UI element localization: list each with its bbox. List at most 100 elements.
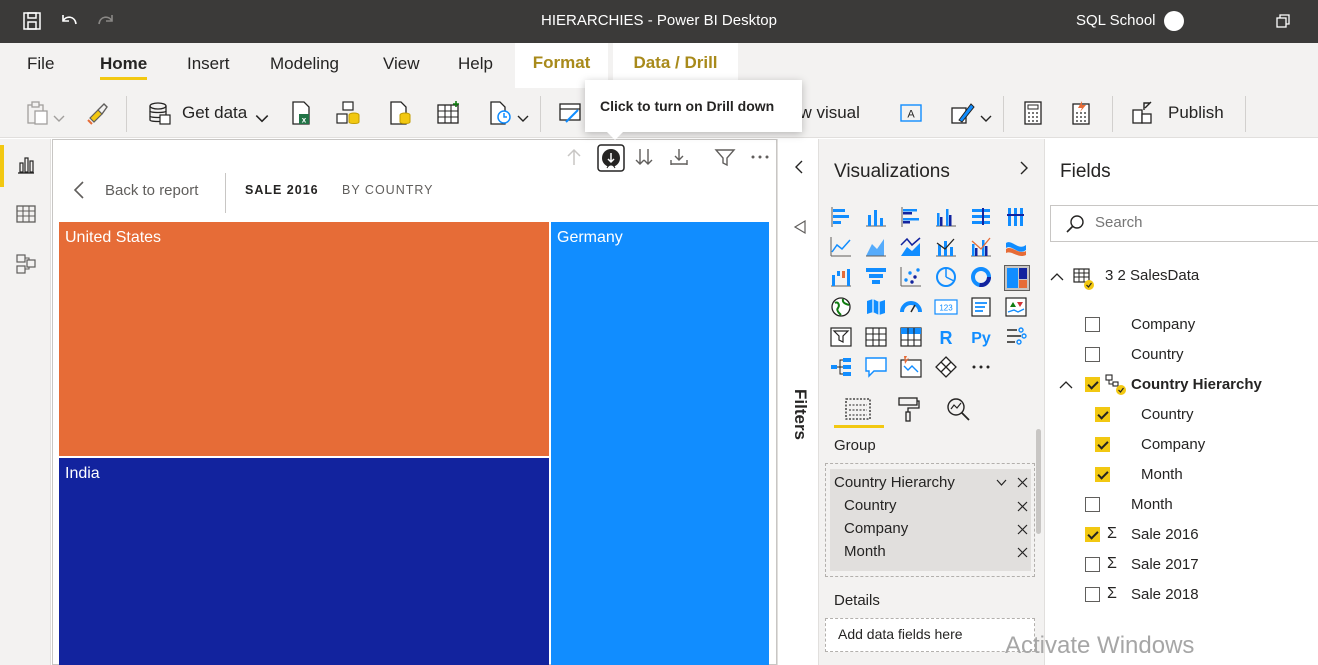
format-painter-icon[interactable] bbox=[84, 100, 110, 126]
new-measure-icon[interactable] bbox=[1020, 100, 1046, 126]
field-checkbox[interactable] bbox=[1085, 557, 1100, 572]
python-visual-icon[interactable]: Py bbox=[969, 325, 993, 349]
more-visuals-icon[interactable] bbox=[949, 100, 975, 126]
back-arrow-icon[interactable] bbox=[70, 179, 90, 201]
tab-view[interactable]: View bbox=[383, 53, 420, 88]
field-row[interactable]: Country Hierarchy bbox=[1045, 374, 1318, 400]
slicer-icon[interactable] bbox=[829, 325, 853, 349]
transform-data-icon[interactable] bbox=[558, 100, 584, 126]
database-icon[interactable] bbox=[146, 100, 172, 126]
field-checkbox[interactable] bbox=[1085, 317, 1100, 332]
excel-icon[interactable]: x bbox=[288, 100, 314, 126]
stacked-area-icon[interactable] bbox=[899, 235, 923, 259]
report-view-icon[interactable] bbox=[15, 154, 37, 176]
field-checkbox[interactable] bbox=[1085, 377, 1100, 392]
data-view-icon[interactable] bbox=[15, 203, 37, 225]
field-row[interactable]: Company bbox=[1045, 314, 1318, 340]
filter-icon[interactable] bbox=[714, 146, 736, 168]
filled-map-icon[interactable] bbox=[864, 295, 888, 319]
tab-file[interactable]: File bbox=[27, 53, 54, 88]
chevron-down-icon[interactable] bbox=[52, 106, 66, 132]
fields-search[interactable] bbox=[1050, 205, 1318, 242]
gauge-icon[interactable] bbox=[899, 295, 923, 319]
paste-icon[interactable] bbox=[24, 100, 50, 126]
remove-icon[interactable] bbox=[1017, 524, 1028, 535]
filters-pane[interactable]: Filters bbox=[777, 139, 819, 665]
remove-icon[interactable] bbox=[1017, 547, 1028, 558]
more-visuals-ellipsis-icon[interactable] bbox=[969, 355, 993, 379]
kpi-icon[interactable] bbox=[1004, 295, 1028, 319]
sql-server-icon[interactable] bbox=[387, 100, 413, 126]
stacked-bar-icon[interactable] bbox=[829, 205, 853, 229]
field-checkbox[interactable] bbox=[1085, 497, 1100, 512]
remove-icon[interactable] bbox=[1017, 501, 1028, 512]
tab-insert[interactable]: Insert bbox=[187, 53, 230, 88]
100-stacked-bar-icon[interactable] bbox=[969, 205, 993, 229]
collapse-left-icon[interactable] bbox=[791, 159, 807, 175]
field-row[interactable]: Σ Sale 2016 bbox=[1045, 524, 1318, 550]
donut-chart-icon[interactable] bbox=[969, 265, 993, 289]
field-checkbox[interactable] bbox=[1085, 347, 1100, 362]
user-name[interactable]: SQL School bbox=[1076, 12, 1156, 29]
chevron-down-icon[interactable] bbox=[979, 106, 993, 132]
back-to-report-link[interactable]: Back to report bbox=[105, 182, 198, 199]
tab-home[interactable]: Home bbox=[100, 53, 148, 88]
r-visual-icon[interactable]: R bbox=[934, 325, 958, 349]
field-row[interactable]: Company bbox=[1045, 434, 1318, 460]
enter-data-icon[interactable] bbox=[436, 100, 462, 126]
treemap-icon[interactable] bbox=[1004, 265, 1030, 291]
clustered-bar-icon[interactable] bbox=[899, 205, 923, 229]
field-checkbox[interactable] bbox=[1095, 467, 1110, 482]
field-row[interactable]: Σ Sale 2017 bbox=[1045, 554, 1318, 580]
pie-chart-icon[interactable] bbox=[934, 265, 958, 289]
100-stacked-column-icon[interactable] bbox=[1004, 205, 1028, 229]
matrix-icon[interactable] bbox=[899, 325, 923, 349]
power-apps-icon[interactable] bbox=[934, 355, 958, 379]
restore-icon[interactable] bbox=[1276, 14, 1290, 28]
avatar[interactable] bbox=[1164, 11, 1184, 31]
quick-measure-icon[interactable] bbox=[1068, 100, 1094, 126]
expand-hierarchy-icon[interactable] bbox=[668, 146, 690, 168]
field-row[interactable]: Month bbox=[1045, 464, 1318, 490]
line-and-clustered-column-icon[interactable] bbox=[969, 235, 993, 259]
multi-row-card-icon[interactable] bbox=[969, 295, 993, 319]
field-row[interactable]: Σ Sale 2018 bbox=[1045, 584, 1318, 610]
pane-scrollbar[interactable] bbox=[1036, 429, 1041, 534]
dataset-icon[interactable] bbox=[335, 100, 361, 126]
key-influencers-icon[interactable] bbox=[1004, 325, 1028, 349]
chevron-down-icon[interactable] bbox=[996, 477, 1007, 488]
collapse-caret-icon[interactable] bbox=[1058, 377, 1074, 393]
analytics-magnifier-icon[interactable] bbox=[944, 395, 972, 423]
drill-up-icon[interactable] bbox=[563, 146, 585, 168]
field-checkbox[interactable] bbox=[1085, 527, 1100, 542]
card-icon[interactable]: 123 bbox=[934, 295, 958, 319]
field-checkbox[interactable] bbox=[1095, 437, 1110, 452]
field-row[interactable]: Country bbox=[1045, 404, 1318, 430]
tab-help[interactable]: Help bbox=[458, 53, 493, 88]
field-checkbox[interactable] bbox=[1085, 587, 1100, 602]
next-level-icon[interactable] bbox=[633, 146, 655, 168]
hierarchy-field-chip[interactable]: Country Hierarchy Country Company Month bbox=[830, 469, 1031, 571]
table-name[interactable]: 3 2 SalesData bbox=[1105, 267, 1199, 284]
smart-narrative-icon[interactable] bbox=[899, 355, 923, 379]
area-chart-icon[interactable] bbox=[864, 235, 888, 259]
tab-modeling[interactable]: Modeling bbox=[270, 53, 339, 88]
drill-down-toggle-icon[interactable] bbox=[597, 144, 625, 172]
clustered-column-icon[interactable] bbox=[934, 205, 958, 229]
ribbon-chart-icon[interactable] bbox=[1004, 235, 1028, 259]
treemap-tile-germany[interactable]: Germany bbox=[551, 222, 769, 665]
field-checkbox[interactable] bbox=[1095, 407, 1110, 422]
search-input[interactable] bbox=[1095, 214, 1295, 231]
stacked-column-icon[interactable] bbox=[864, 205, 888, 229]
chevron-right-icon[interactable] bbox=[1016, 160, 1032, 176]
funnel-icon[interactable] bbox=[864, 265, 888, 289]
treemap-tile-united-states[interactable]: United States bbox=[59, 222, 549, 456]
field-row[interactable]: Month bbox=[1045, 494, 1318, 520]
details-well[interactable]: Add data fields here bbox=[825, 618, 1035, 652]
text-box-icon[interactable]: A bbox=[898, 100, 924, 126]
publish-icon[interactable] bbox=[1130, 100, 1156, 126]
map-icon[interactable] bbox=[829, 295, 853, 319]
line-and-stacked-column-icon[interactable] bbox=[934, 235, 958, 259]
scatter-chart-icon[interactable] bbox=[899, 265, 923, 289]
group-well[interactable]: Country Hierarchy Country Company Month bbox=[825, 463, 1035, 577]
